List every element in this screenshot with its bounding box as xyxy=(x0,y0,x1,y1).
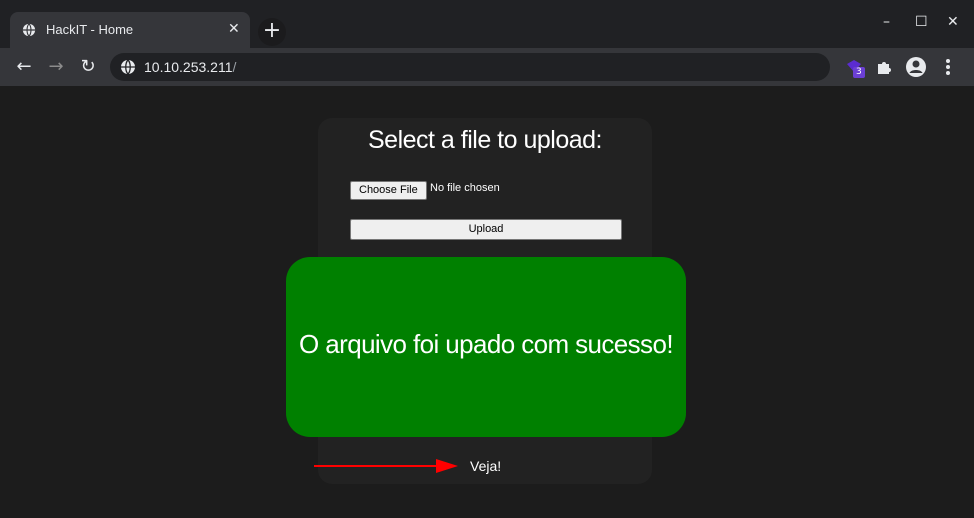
browser-tabstrip: HackIT - Home ✕ + – ☐ ✕ xyxy=(0,0,974,48)
extensions-puzzle-icon[interactable] xyxy=(873,56,895,78)
url-text: 10.10.253.211/ xyxy=(144,59,236,75)
globe-icon xyxy=(22,23,36,37)
forward-icon[interactable]: → xyxy=(45,56,67,78)
address-bar[interactable]: 10.10.253.211/ xyxy=(110,53,830,81)
window-close-icon[interactable]: ✕ xyxy=(947,14,959,30)
veja-link[interactable]: Veja! xyxy=(470,458,501,474)
maximize-icon[interactable]: ☐ xyxy=(915,14,928,30)
tab-close-icon[interactable]: ✕ xyxy=(228,21,240,37)
extension-badge: 3 xyxy=(853,67,865,78)
upload-button[interactable]: Upload xyxy=(350,219,622,240)
url-host: 10.10.253.211 xyxy=(144,59,233,75)
minimize-icon[interactable]: – xyxy=(883,14,890,30)
arrow-right-icon xyxy=(314,459,458,473)
page-viewport: Select a file to upload: Choose File No … xyxy=(0,86,974,518)
browser-tab[interactable]: HackIT - Home ✕ xyxy=(10,12,250,48)
url-path: / xyxy=(232,59,237,75)
page-title: Select a file to upload: xyxy=(368,126,603,154)
file-status-text: No file chosen xyxy=(430,182,500,194)
browser-toolbar: ← → ↻ 10.10.253.211/ xyxy=(0,48,974,86)
back-icon[interactable]: ← xyxy=(13,56,35,78)
tab-title: HackIT - Home xyxy=(46,22,134,37)
choose-file-button[interactable]: Choose File xyxy=(350,181,427,200)
site-info-icon[interactable] xyxy=(120,59,136,75)
menu-kebab-icon[interactable] xyxy=(937,56,959,78)
success-banner: O arquivo foi upado com sucesso! xyxy=(286,257,686,437)
profile-avatar-icon[interactable] xyxy=(905,56,927,78)
success-message: O arquivo foi upado com sucesso! xyxy=(299,329,674,359)
new-tab-button[interactable]: + xyxy=(258,18,286,46)
reload-icon[interactable]: ↻ xyxy=(77,56,99,78)
